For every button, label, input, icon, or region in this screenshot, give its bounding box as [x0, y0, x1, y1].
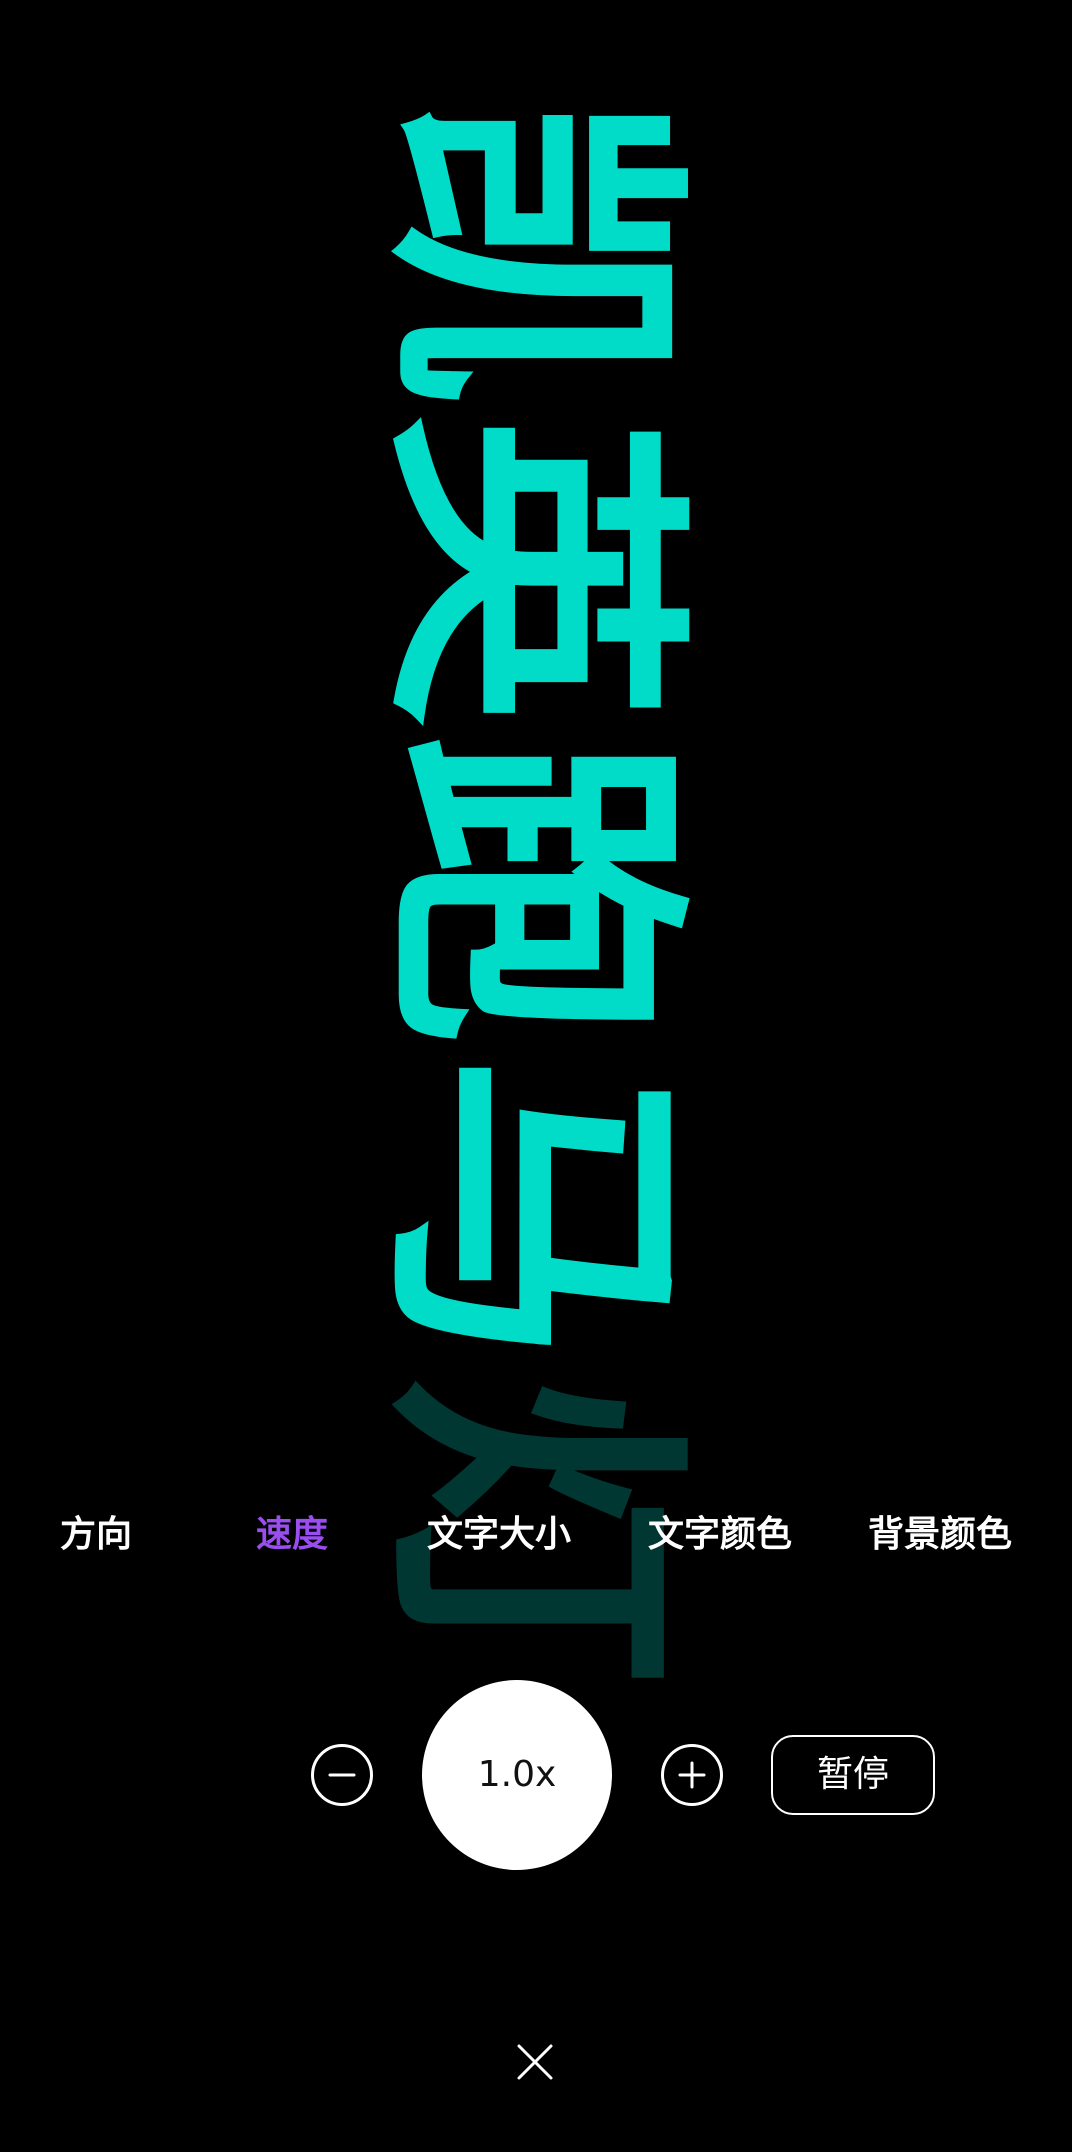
increase-speed-button[interactable]	[661, 1744, 723, 1806]
speed-controls: 1.0x 暂停	[0, 1680, 1072, 1870]
close-icon	[517, 2044, 553, 2080]
decrease-speed-button[interactable]	[311, 1744, 373, 1806]
pause-button-label: 暂停	[816, 1754, 889, 1795]
tab-speed[interactable]: 速度	[256, 1500, 328, 1570]
tab-text-color[interactable]: 文字颜色	[648, 1500, 792, 1570]
marquee-char-3: 跑	[370, 730, 690, 1050]
minus-circle-icon	[328, 1773, 356, 1777]
tab-direction[interactable]: 方向	[60, 1500, 132, 1570]
marquee-display: 凯 英 跑 马 灯	[370, 90, 690, 1740]
marquee-char-4: 马	[370, 1050, 690, 1370]
tab-text-size[interactable]: 文字大小	[427, 1500, 571, 1570]
marquee-char-2: 英	[370, 410, 690, 730]
tab-background-color[interactable]: 背景颜色	[868, 1500, 1012, 1570]
marquee-track: 凯 英 跑 马 灯	[370, 90, 690, 1690]
marquee-char-1: 凯	[370, 90, 690, 410]
speed-value-display: 1.0x	[422, 1680, 612, 1870]
settings-tabs: 方向 速度 文字大小 文字颜色 背景颜色	[0, 1500, 1072, 1570]
pause-button[interactable]: 暂停	[771, 1735, 935, 1815]
speed-value: 1.0x	[477, 1754, 557, 1795]
plus-circle-icon	[678, 1761, 706, 1789]
close-button[interactable]	[505, 2032, 565, 2092]
